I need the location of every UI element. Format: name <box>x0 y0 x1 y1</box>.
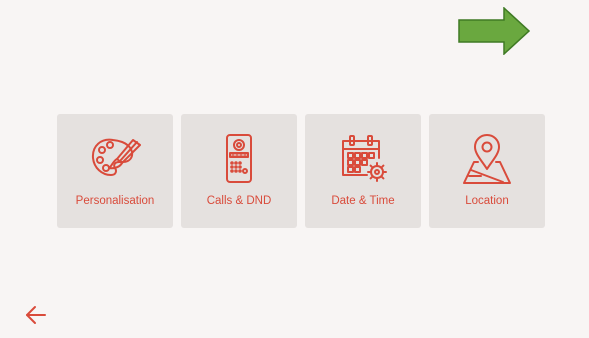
back-arrow-icon <box>24 304 48 326</box>
settings-tiles: Personalisation Calls & DND Date & Time … <box>57 114 545 228</box>
tile-label: Personalisation <box>75 195 155 207</box>
palette-icon <box>89 132 141 186</box>
tile-label: Location <box>465 195 509 207</box>
door-intercom-icon <box>213 132 265 186</box>
map-pin-icon <box>461 132 513 186</box>
tile-label: Calls & DND <box>206 195 272 207</box>
tile-label: Date & Time <box>331 195 395 207</box>
tile-personalisation[interactable]: Personalisation <box>57 114 173 228</box>
tile-calls-dnd[interactable]: Calls & DND <box>181 114 297 228</box>
back-button[interactable] <box>24 304 48 326</box>
calendar-gear-icon <box>337 132 389 186</box>
tile-location[interactable]: Location <box>429 114 545 228</box>
green-arrow-right-icon <box>458 6 531 56</box>
tile-date-time[interactable]: Date & Time <box>305 114 421 228</box>
